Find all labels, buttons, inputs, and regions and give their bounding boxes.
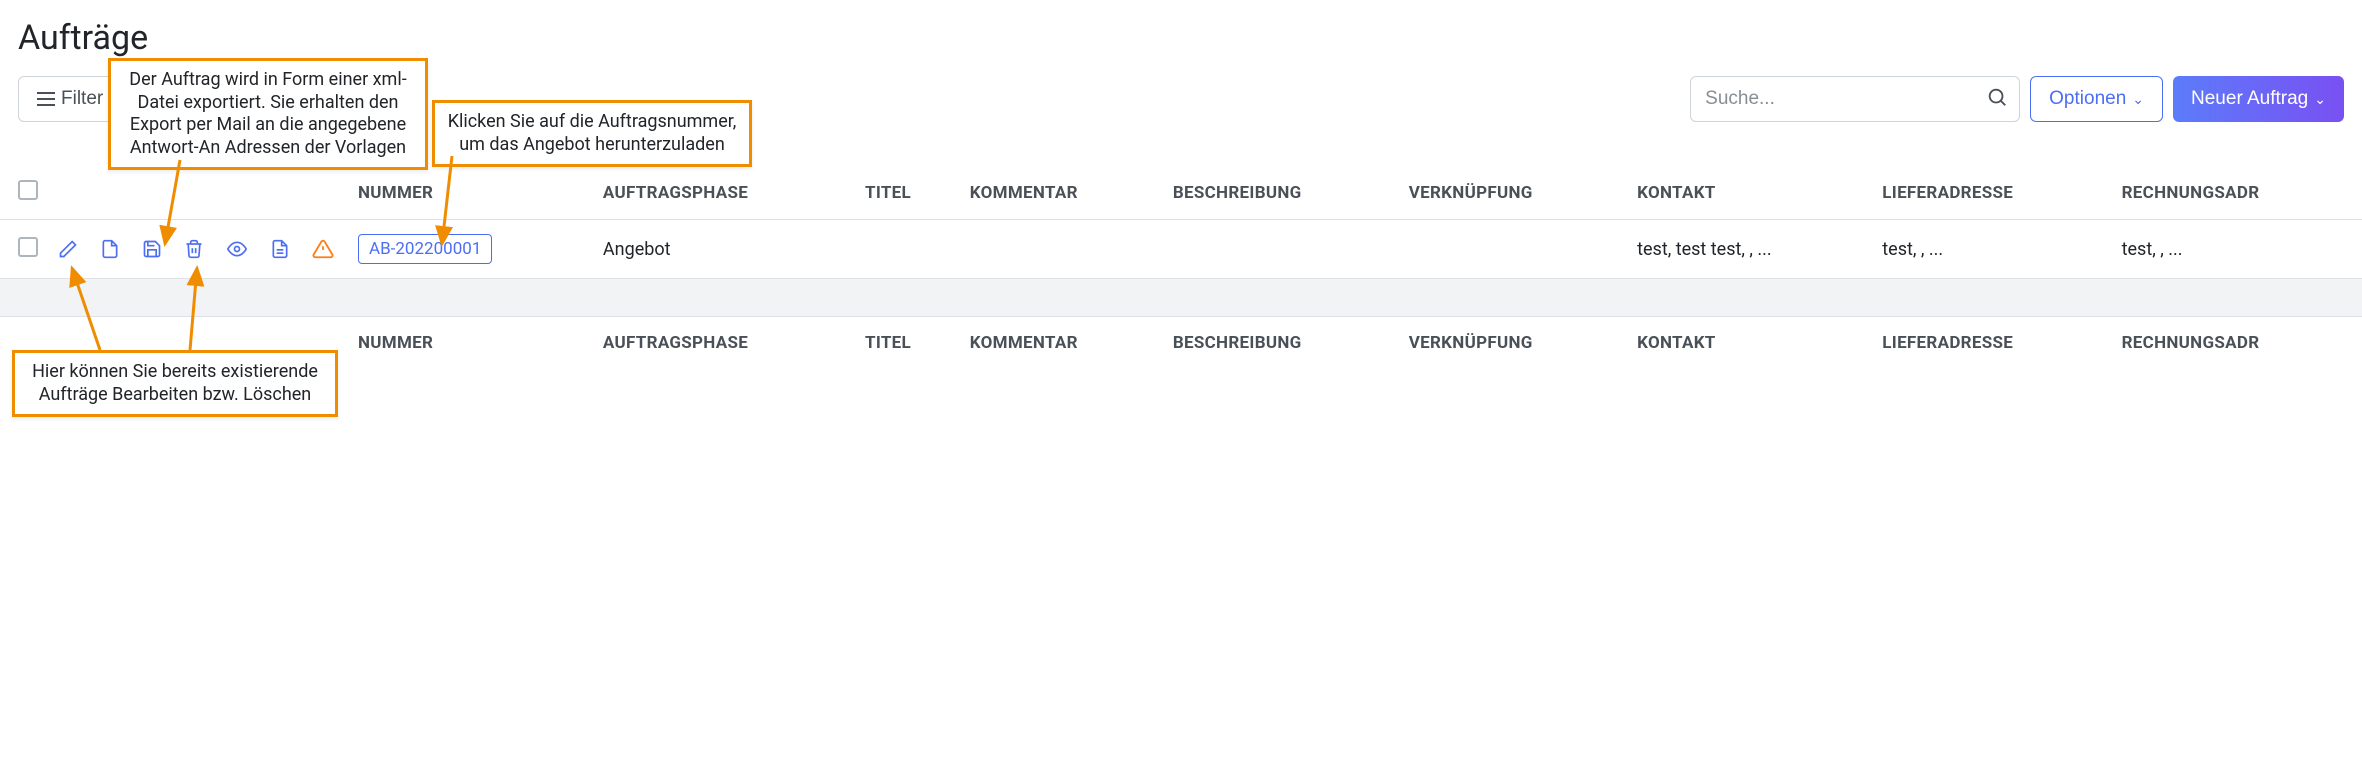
filter-button[interactable]: Filter: [18, 76, 122, 122]
hamburger-icon: [37, 92, 55, 106]
new-order-button[interactable]: Neuer Auftrag ⌄: [2173, 76, 2344, 122]
col-delivery: LIEFERADRESSE: [1872, 166, 2111, 220]
footcol-contact: KONTAKT: [1627, 317, 1872, 368]
orders-table: NUMMER AUFTRAGSPHASE TITEL KOMMENTAR BES…: [0, 166, 2362, 367]
footcol-link: VERKNÜPFUNG: [1399, 317, 1627, 368]
options-label: Optionen: [2049, 88, 2126, 110]
view-icon[interactable]: [226, 239, 248, 259]
annotation-edit-delete: Hier können Sie bereits existierende Auf…: [12, 350, 338, 417]
spacer-row: [0, 279, 2362, 317]
order-number-link[interactable]: AB-202200001: [358, 234, 492, 264]
search-wrap: [1690, 76, 2020, 122]
cell-phase: Angebot: [593, 220, 855, 279]
options-button[interactable]: Optionen ⌄: [2030, 76, 2163, 122]
cell-delivery: test, , ...: [1872, 220, 2111, 279]
footcol-phase: AUFTRAGSPHASE: [593, 317, 855, 368]
col-comment: KOMMENTAR: [960, 166, 1163, 220]
table-row: AB-202200001 Angebot test, test test, , …: [0, 220, 2362, 279]
cell-link: [1399, 220, 1627, 279]
delete-icon[interactable]: [184, 239, 204, 259]
annotation-download: Klicken Sie auf die Auftragsnummer, um d…: [432, 100, 752, 167]
pdf-icon[interactable]: [100, 239, 120, 259]
edit-icon[interactable]: [58, 239, 78, 259]
page-title: Aufträge: [0, 0, 2362, 66]
cell-comment: [960, 220, 1163, 279]
footcol-title: TITEL: [855, 317, 960, 368]
row-actions: [58, 238, 338, 260]
col-contact: KONTAKT: [1627, 166, 1872, 220]
cell-title: [855, 220, 960, 279]
cell-billing: test, , ...: [2112, 220, 2362, 279]
warning-icon: [312, 238, 334, 260]
footcol-delivery: LIEFERADRESSE: [1872, 317, 2111, 368]
filter-label: Filter: [61, 88, 103, 110]
row-checkbox[interactable]: [18, 237, 38, 257]
col-billing: RECHNUNGSADR: [2112, 166, 2362, 220]
select-all-checkbox[interactable]: [18, 180, 38, 200]
new-order-label: Neuer Auftrag: [2191, 88, 2308, 110]
footcol-number: NUMMER: [348, 317, 593, 368]
col-link: VERKNÜPFUNG: [1399, 166, 1627, 220]
cell-contact: test, test test, , ...: [1627, 220, 1872, 279]
chevron-down-icon: ⌄: [2132, 91, 2144, 108]
col-phase: AUFTRAGSPHASE: [593, 166, 855, 220]
annotation-export: Der Auftrag wird in Form einer xml-Datei…: [108, 58, 428, 170]
cell-description: [1163, 220, 1399, 279]
footcol-description: BESCHREIBUNG: [1163, 317, 1399, 368]
document-icon[interactable]: [270, 239, 290, 259]
col-number: NUMMER: [348, 166, 593, 220]
search-input[interactable]: [1690, 76, 2020, 122]
col-description: BESCHREIBUNG: [1163, 166, 1399, 220]
col-title: TITEL: [855, 166, 960, 220]
footcol-billing: RECHNUNGSADR: [2112, 317, 2362, 368]
chevron-down-icon: ⌄: [2314, 91, 2326, 108]
save-export-icon[interactable]: [142, 239, 162, 259]
footcol-comment: KOMMENTAR: [960, 317, 1163, 368]
